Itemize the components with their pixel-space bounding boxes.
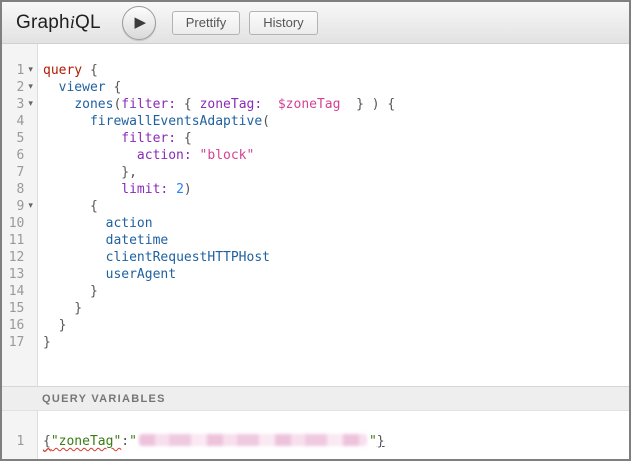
code-line: {"zoneTag":""} [43,433,629,450]
code-line: action [43,215,629,232]
line-number: 1 [2,433,24,450]
gutter-row: 14 [2,283,37,300]
code-line: datetime [43,232,629,249]
line-number: 2 [2,79,24,96]
code-line: clientRequestHTTPHost [43,249,629,266]
code-line: zones(filter: { zoneTag: $zoneTag } ) { [43,96,629,113]
line-number: 12 [2,249,24,266]
code-line: firewallEventsAdaptive( [43,113,629,130]
variables-editor[interactable]: 1 {"zoneTag":""} [2,411,629,459]
logo-text: Graph [16,12,70,33]
line-number: 16 [2,317,24,334]
toolbar: GraphiQL ▶ Prettify History [2,2,629,44]
gutter-row: 1 [2,433,37,450]
code-line: }, [43,164,629,181]
line-number: 4 [2,113,24,130]
gutter-row: 6 [2,147,37,164]
code-line: limit: 2) [43,181,629,198]
gutter-row: 16 [2,317,37,334]
code-line: } [43,300,629,317]
prettify-button[interactable]: Prettify [172,11,240,35]
line-number: 9 [2,198,24,215]
gutter-row: 9▾ [2,198,37,215]
gutter-row: 3▾ [2,96,37,113]
play-icon: ▶ [131,15,146,30]
line-number: 14 [2,283,24,300]
line-number: 7 [2,164,24,181]
gutter-row: 2▾ [2,79,37,96]
fold-arrow-icon[interactable]: ▾ [24,79,37,96]
code-line: userAgent [43,266,629,283]
gutter-row: 13 [2,266,37,283]
code-line: action: "block" [43,147,629,164]
query-code-area[interactable]: query { viewer { zones(filter: { zoneTag… [38,44,629,386]
variables-code-area[interactable]: {"zoneTag":""} [38,411,629,459]
line-number: 10 [2,215,24,232]
gutter-row: 10 [2,215,37,232]
logo-text-suffix: QL [75,12,101,33]
gutter-row: 12 [2,249,37,266]
gutter-row: 15 [2,300,37,317]
execute-query-button[interactable]: ▶ [122,6,156,40]
redacted-zone-tag-value [139,434,367,446]
code-line: } [43,334,629,351]
line-number: 11 [2,232,24,249]
gutter-row: 1▾ [2,62,37,79]
code-line: } [43,317,629,334]
line-number-gutter: 1▾2▾3▾456789▾1011121314151617 [2,44,38,386]
code-line: filter: { [43,130,629,147]
app-logo: GraphiQL [16,12,101,34]
line-number: 5 [2,130,24,147]
fold-arrow-icon[interactable]: ▾ [24,62,37,79]
code-line: viewer { [43,79,629,96]
line-number: 6 [2,147,24,164]
code-line: } [43,283,629,300]
gutter-row: 11 [2,232,37,249]
code-line: query { [43,62,629,79]
line-number: 17 [2,334,24,351]
query-variables-title: QUERY VARIABLES [42,393,166,405]
line-number: 1 [2,62,24,79]
variables-line-number-gutter: 1 [2,411,38,459]
fold-arrow-icon[interactable]: ▾ [24,96,37,113]
gutter-row: 4 [2,113,37,130]
line-number: 8 [2,181,24,198]
code-line: { [43,198,629,215]
line-number: 13 [2,266,24,283]
query-variables-header[interactable]: QUERY VARIABLES [2,386,629,411]
query-editor[interactable]: 1▾2▾3▾456789▾1011121314151617 query { vi… [2,44,629,386]
fold-arrow-icon[interactable]: ▾ [24,198,37,215]
gutter-row: 5 [2,130,37,147]
history-button[interactable]: History [249,11,317,35]
graphiql-window: GraphiQL ▶ Prettify History 1▾2▾3▾456789… [0,0,631,461]
line-number: 15 [2,300,24,317]
gutter-row: 17 [2,334,37,351]
line-number: 3 [2,96,24,113]
gutter-row: 8 [2,181,37,198]
gutter-row: 7 [2,164,37,181]
